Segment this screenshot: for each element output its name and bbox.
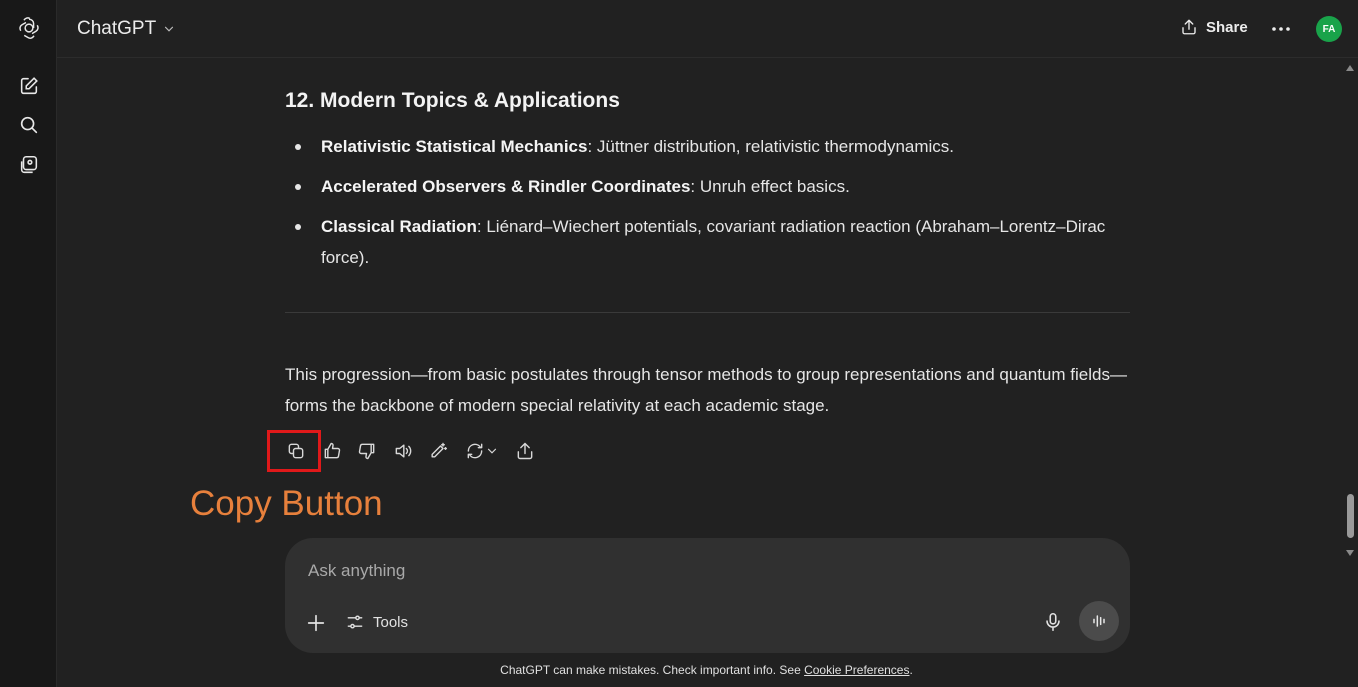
list-item: Relativistic Statistical Mechanics: Jütt… bbox=[285, 131, 1130, 162]
bad-response-button[interactable] bbox=[355, 438, 379, 464]
good-response-button[interactable] bbox=[320, 438, 344, 464]
prompt-input[interactable]: Ask anything bbox=[308, 561, 405, 581]
share-button[interactable]: Share bbox=[1180, 18, 1248, 36]
model-label: ChatGPT bbox=[77, 18, 157, 39]
disclaimer-end: . bbox=[909, 663, 913, 677]
cookie-preferences-link[interactable]: Cookie Preferences bbox=[804, 663, 909, 677]
list-item-term: Accelerated Observers & Rindler Coordina… bbox=[321, 177, 691, 196]
voice-mode-button[interactable] bbox=[1079, 601, 1119, 641]
more-options-icon[interactable] bbox=[1270, 20, 1292, 38]
copy-button-highlight-box bbox=[267, 430, 321, 472]
add-attachment-icon[interactable] bbox=[305, 612, 327, 634]
scrollbar-thumb[interactable] bbox=[1347, 494, 1354, 538]
read-aloud-icon bbox=[395, 444, 412, 458]
share-message-button[interactable] bbox=[513, 438, 537, 464]
model-selector[interactable]: ChatGPT bbox=[77, 18, 176, 40]
list-item-term: Relativistic Statistical Mechanics bbox=[321, 137, 588, 156]
list-item-text: : Jüttner distribution, relativistic the… bbox=[587, 137, 955, 156]
closing-paragraph: This progression—from basic postulates t… bbox=[285, 365, 1127, 415]
list-item: Classical Radiation: Liénard–Wiechert po… bbox=[285, 211, 1130, 273]
tools-button[interactable]: Tools bbox=[345, 612, 408, 632]
chevron-down-icon bbox=[165, 26, 174, 32]
regenerate-icon bbox=[467, 443, 483, 459]
share-upload-icon bbox=[1182, 19, 1196, 35]
library-icon[interactable] bbox=[17, 153, 41, 177]
voice-waveform-icon bbox=[1093, 615, 1105, 627]
section-divider bbox=[285, 312, 1130, 313]
list-item-term: Classical Radiation bbox=[321, 217, 477, 236]
section-heading: 12. Modern Topics & Applications bbox=[285, 89, 620, 112]
share-label: Share bbox=[1206, 18, 1248, 36]
chatgpt-app: ChatGPT Share FA 12. Modern Topics & App… bbox=[0, 0, 1358, 687]
thumbs-up-icon bbox=[324, 442, 341, 459]
scroll-down-arrow-icon[interactable] bbox=[1345, 548, 1355, 558]
openai-logo-icon[interactable] bbox=[17, 16, 41, 40]
sidebar-rail bbox=[0, 0, 57, 687]
read-aloud-button[interactable] bbox=[391, 438, 415, 464]
top-header: ChatGPT Share FA bbox=[57, 0, 1358, 58]
edit-canvas-icon bbox=[431, 442, 448, 458]
share-icon bbox=[517, 442, 533, 460]
composer: Ask anything Tools bbox=[285, 538, 1130, 653]
scroll-up-arrow-icon[interactable] bbox=[1345, 63, 1355, 73]
tools-label: Tools bbox=[373, 613, 409, 631]
thumbs-down-icon bbox=[358, 443, 375, 460]
search-icon[interactable] bbox=[17, 113, 41, 137]
annotation-label: Copy Button bbox=[190, 484, 383, 523]
topic-list: Relativistic Statistical Mechanics: Jütt… bbox=[285, 131, 1130, 282]
microphone-icon[interactable] bbox=[1042, 611, 1064, 633]
new-chat-icon[interactable] bbox=[17, 74, 41, 98]
edit-in-canvas-button[interactable] bbox=[426, 438, 450, 464]
list-item-text: : Unruh effect basics. bbox=[690, 177, 850, 196]
sliders-icon bbox=[347, 615, 363, 629]
regenerate-button[interactable] bbox=[462, 438, 502, 464]
disclaimer-footer: ChatGPT can make mistakes. Check importa… bbox=[0, 663, 1358, 677]
user-avatar[interactable]: FA bbox=[1316, 16, 1342, 42]
list-item: Accelerated Observers & Rindler Coordina… bbox=[285, 171, 1130, 202]
disclaimer-text: ChatGPT can make mistakes. Check importa… bbox=[500, 663, 805, 677]
chevron-down-icon bbox=[487, 448, 497, 454]
